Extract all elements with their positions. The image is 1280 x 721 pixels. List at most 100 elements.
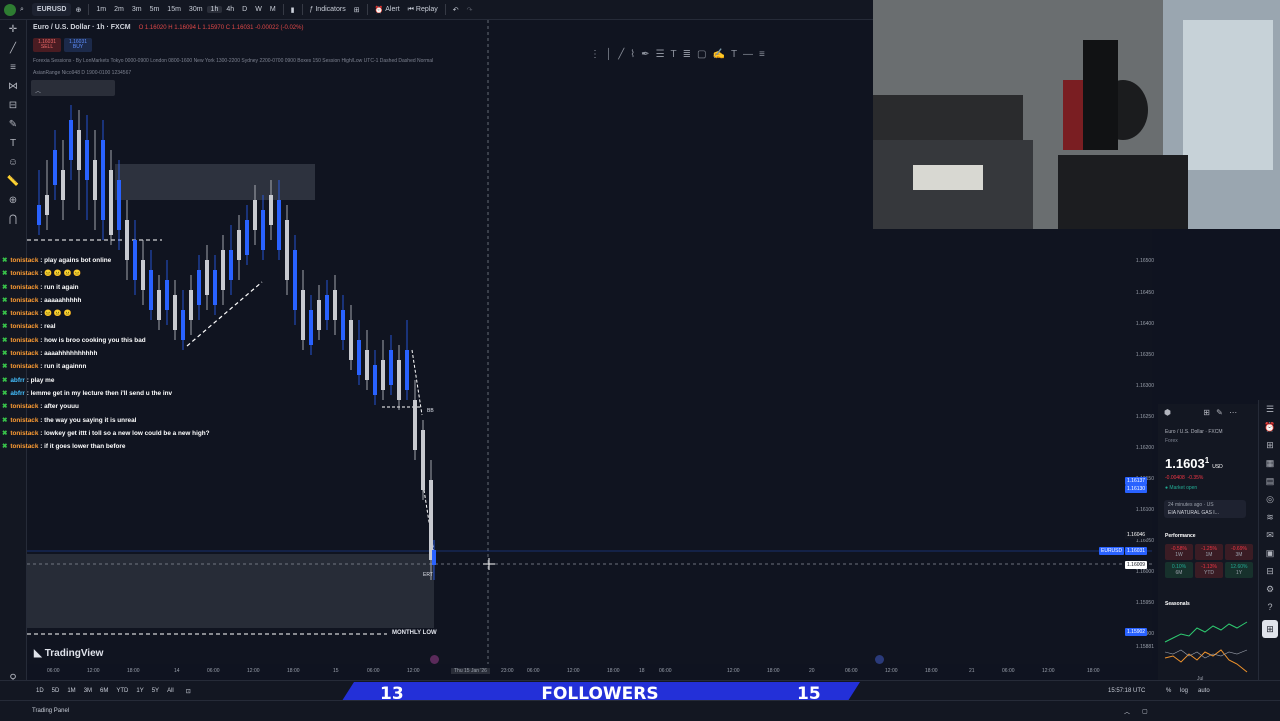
horizontal-line-icon[interactable]: — bbox=[743, 49, 753, 60]
maximize-icon[interactable]: ▢ bbox=[1142, 708, 1148, 715]
zoom-icon[interactable]: ⊕ bbox=[0, 191, 26, 210]
calendar-icon[interactable]: ▤ bbox=[1259, 472, 1280, 490]
crosshair-icon[interactable]: ✛ bbox=[0, 20, 26, 39]
projection-icon[interactable]: ⊟ bbox=[0, 96, 26, 115]
replay-button[interactable]: ⏮ Replay bbox=[404, 0, 442, 19]
chart-type-icon[interactable]: ▮ bbox=[287, 0, 299, 19]
fib-icon[interactable]: ≡ bbox=[0, 58, 26, 77]
symbol-logo-icon[interactable]: ⬢ bbox=[1164, 408, 1171, 417]
symbol-name[interactable]: Euro / U.S. Dollar · FXCM bbox=[1165, 429, 1223, 435]
symbol-search[interactable]: EURUSD bbox=[31, 3, 72, 16]
bb-label: BB bbox=[427, 408, 434, 414]
streams-icon[interactable]: ▣ bbox=[1259, 544, 1280, 562]
trendline-icon[interactable]: ╱ bbox=[618, 49, 624, 60]
news-icon[interactable]: ≋ bbox=[1259, 508, 1280, 526]
brush-icon[interactable]: ✎ bbox=[0, 115, 26, 134]
templates-icon[interactable]: ⊞ bbox=[350, 0, 364, 19]
performance-cell[interactable]: 0.10% 6M bbox=[1165, 562, 1193, 578]
range-1M[interactable]: 1M bbox=[67, 688, 75, 694]
layout-icon[interactable]: ⊞ bbox=[1203, 408, 1210, 417]
log-toggle[interactable]: log bbox=[1180, 688, 1188, 694]
ideas-icon[interactable]: ◎ bbox=[1259, 490, 1280, 508]
notifications-icon[interactable]: ⚙ bbox=[1259, 580, 1280, 598]
data-window-icon[interactable]: ⊞ bbox=[1259, 436, 1280, 454]
undo-icon[interactable]: ↶ bbox=[449, 0, 463, 19]
indicator-asian-range[interactable]: AsianRange Nico948 D 1900-0100 1234567 bbox=[33, 70, 131, 76]
timeframe-30m[interactable]: 30m bbox=[185, 6, 207, 13]
trendline-icon[interactable]: ╱ bbox=[0, 39, 26, 58]
performance-cell[interactable]: -0.58% 1W bbox=[1165, 544, 1193, 560]
price-tick: 1.16450 bbox=[1135, 290, 1154, 296]
text-icon[interactable]: T bbox=[731, 49, 737, 60]
parallel-channel-icon[interactable]: ≣ bbox=[683, 49, 691, 60]
edit-icon[interactable]: ✎ bbox=[1216, 408, 1223, 417]
performance-cell[interactable]: -1.13% YTD bbox=[1195, 562, 1223, 578]
performance-cell[interactable]: 12.60% 1Y bbox=[1225, 562, 1253, 578]
settings-list-icon[interactable]: ≡ bbox=[759, 49, 765, 60]
range-6M[interactable]: 6M bbox=[100, 688, 108, 694]
ruler-icon[interactable]: 📏 bbox=[0, 172, 26, 191]
timeframe-D[interactable]: D bbox=[238, 6, 251, 13]
vertical-line-icon[interactable]: │ bbox=[606, 49, 612, 60]
watchlist-icon[interactable]: ☰ bbox=[1259, 400, 1280, 418]
utc-clock[interactable]: 15:57:18 UTC bbox=[1108, 688, 1145, 694]
emoji-icon[interactable]: ☺ bbox=[0, 153, 26, 172]
calculator-icon[interactable]: ⊟ bbox=[1259, 562, 1280, 580]
range-5Y[interactable]: 5Y bbox=[152, 688, 159, 694]
trading-panel-tab[interactable]: Trading Panel bbox=[32, 708, 69, 714]
drag-handle-icon[interactable]: ⋮ bbox=[590, 49, 600, 60]
brush-icon[interactable]: ✍ bbox=[712, 49, 724, 60]
pen-icon[interactable]: ✒ bbox=[641, 49, 649, 60]
timeframe-M[interactable]: M bbox=[266, 6, 280, 13]
help-icon[interactable]: ? bbox=[1259, 598, 1280, 616]
event-marker-icon[interactable] bbox=[875, 655, 884, 664]
range-YTD[interactable]: YTD bbox=[116, 688, 128, 694]
timeframe-5m[interactable]: 5m bbox=[146, 6, 164, 13]
performance-cell[interactable]: -0.69% 3M bbox=[1225, 544, 1253, 560]
event-marker-icon[interactable] bbox=[430, 655, 439, 664]
auto-toggle[interactable]: auto bbox=[1198, 688, 1210, 694]
range-5D[interactable]: 5D bbox=[52, 688, 60, 694]
rectangle-icon[interactable]: ▢ bbox=[697, 49, 706, 60]
hotlists-icon[interactable]: ▦ bbox=[1259, 454, 1280, 472]
timeframe-3m[interactable]: 3m bbox=[128, 6, 146, 13]
grid-menu-icon[interactable]: ⊞ bbox=[1262, 620, 1278, 638]
text-tool-icon[interactable]: T bbox=[671, 49, 677, 60]
collapse-indicators-toggle[interactable]: ︿ bbox=[31, 80, 115, 96]
redo-icon[interactable]: ↷ bbox=[463, 0, 477, 19]
date-range-icon[interactable]: ⊡ bbox=[186, 688, 191, 695]
more-icon[interactable]: ⋯ bbox=[1229, 408, 1237, 417]
timeframe-2m[interactable]: 2m bbox=[110, 6, 128, 13]
percent-toggle[interactable]: % bbox=[1166, 688, 1171, 694]
performance-cell[interactable]: -1.25% 1M bbox=[1195, 544, 1223, 560]
indicator-sessions[interactable]: Forexia Sessions - By LonMarkets Tokyo 0… bbox=[33, 58, 433, 64]
seasonals-chart[interactable]: Jul bbox=[1163, 612, 1251, 682]
sell-button[interactable]: 1.16031 SELL bbox=[33, 38, 61, 52]
timeframe-1m[interactable]: 1m bbox=[92, 6, 110, 13]
timeframe-15m[interactable]: 15m bbox=[163, 6, 185, 13]
path-icon[interactable]: ⌇ bbox=[630, 49, 635, 60]
fib-retracement-icon[interactable]: ☰ bbox=[656, 49, 665, 60]
range-All[interactable]: All bbox=[167, 688, 174, 694]
text-icon[interactable]: T bbox=[0, 134, 26, 153]
compare-icon[interactable]: ⊕ bbox=[71, 0, 85, 19]
alert-button[interactable]: ⏰ Alert bbox=[371, 0, 404, 19]
magnet-icon[interactable]: ⋂ bbox=[0, 210, 26, 229]
buy-button[interactable]: 1.16031 BUY bbox=[64, 38, 92, 52]
range-1D[interactable]: 1D bbox=[36, 688, 44, 694]
chat-icon[interactable]: ✉ bbox=[1259, 526, 1280, 544]
profile-avatar[interactable] bbox=[4, 3, 16, 16]
time-axis[interactable]: 06:00 12:00 18:00 14 06:00 12:00 18:00 15 06:00 1… bbox=[27, 666, 1152, 678]
range-1Y[interactable]: 1Y bbox=[136, 688, 143, 694]
timeframe-W[interactable]: W bbox=[251, 6, 266, 13]
chevron-up-icon[interactable]: ︿ bbox=[1124, 707, 1130, 716]
indicators-button[interactable]: ƒ Indicators bbox=[306, 0, 350, 19]
pattern-icon[interactable]: ⋈ bbox=[0, 77, 26, 96]
news-card[interactable]: 24 minutes ago · US EIA NATURAL GAS I... bbox=[1164, 500, 1246, 518]
alerts-icon[interactable]: ⏰ bbox=[1259, 418, 1280, 436]
symbol-title[interactable]: Euro / U.S. Dollar · 1h · FXCM bbox=[33, 24, 131, 31]
search-icon[interactable]: ⌕ bbox=[16, 0, 28, 19]
range-3M[interactable]: 3M bbox=[84, 688, 92, 694]
timeframe-4h[interactable]: 4h bbox=[222, 6, 238, 13]
timeframe-1h[interactable]: 1h bbox=[206, 6, 223, 13]
